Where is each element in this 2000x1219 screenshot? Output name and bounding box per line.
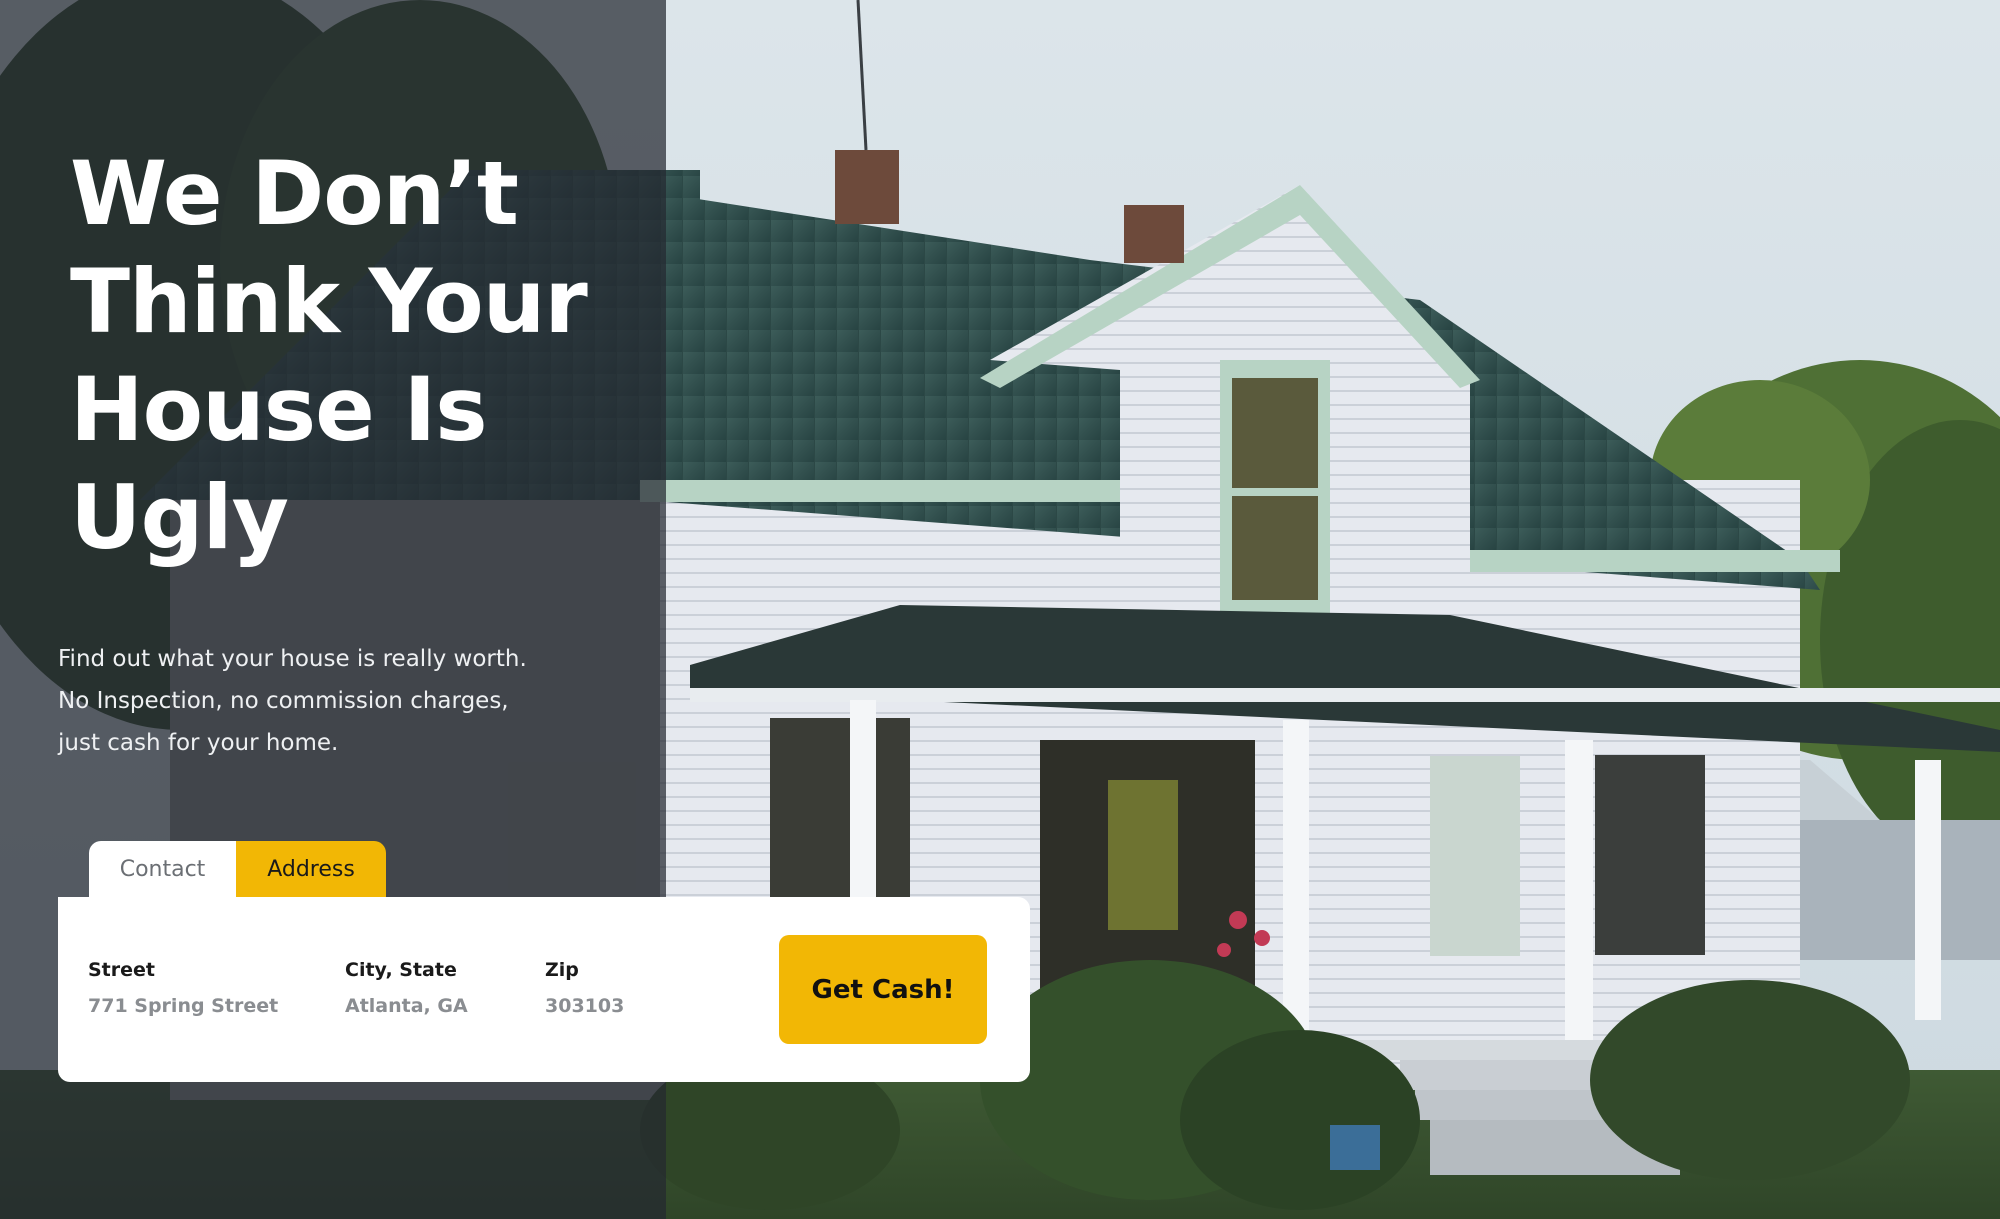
tab-contact[interactable]: Contact xyxy=(89,841,236,897)
zip-field: Zip xyxy=(545,959,665,1017)
subcopy-line: No Inspection, no commission charges, xyxy=(58,688,509,714)
headline-line: We Don’t xyxy=(70,142,519,245)
subcopy-line: Find out what your house is really worth… xyxy=(58,646,527,672)
street-field: Street xyxy=(88,959,308,1017)
street-input[interactable] xyxy=(88,995,308,1017)
headline-line: Think Your xyxy=(70,250,588,353)
zip-label: Zip xyxy=(545,959,579,981)
headline-line: Ugly xyxy=(70,466,289,569)
hero-subcopy: Find out what your house is really worth… xyxy=(58,638,618,764)
hero-headline: We Don’t Think Your House Is Ugly xyxy=(70,140,630,572)
get-cash-button[interactable]: Get Cash! xyxy=(779,935,987,1044)
subcopy-line: just cash for your home. xyxy=(58,730,339,756)
address-form-card: Street City, State Zip Get Cash! xyxy=(58,897,1030,1082)
form-tabs: Contact Address xyxy=(89,841,386,897)
zip-input[interactable] xyxy=(545,995,665,1017)
city-state-input[interactable] xyxy=(345,995,565,1017)
street-label: Street xyxy=(88,959,155,981)
tab-address[interactable]: Address xyxy=(236,841,386,897)
city-state-field: City, State xyxy=(345,959,565,1017)
headline-line: House Is xyxy=(70,358,488,461)
city-state-label: City, State xyxy=(345,959,457,981)
